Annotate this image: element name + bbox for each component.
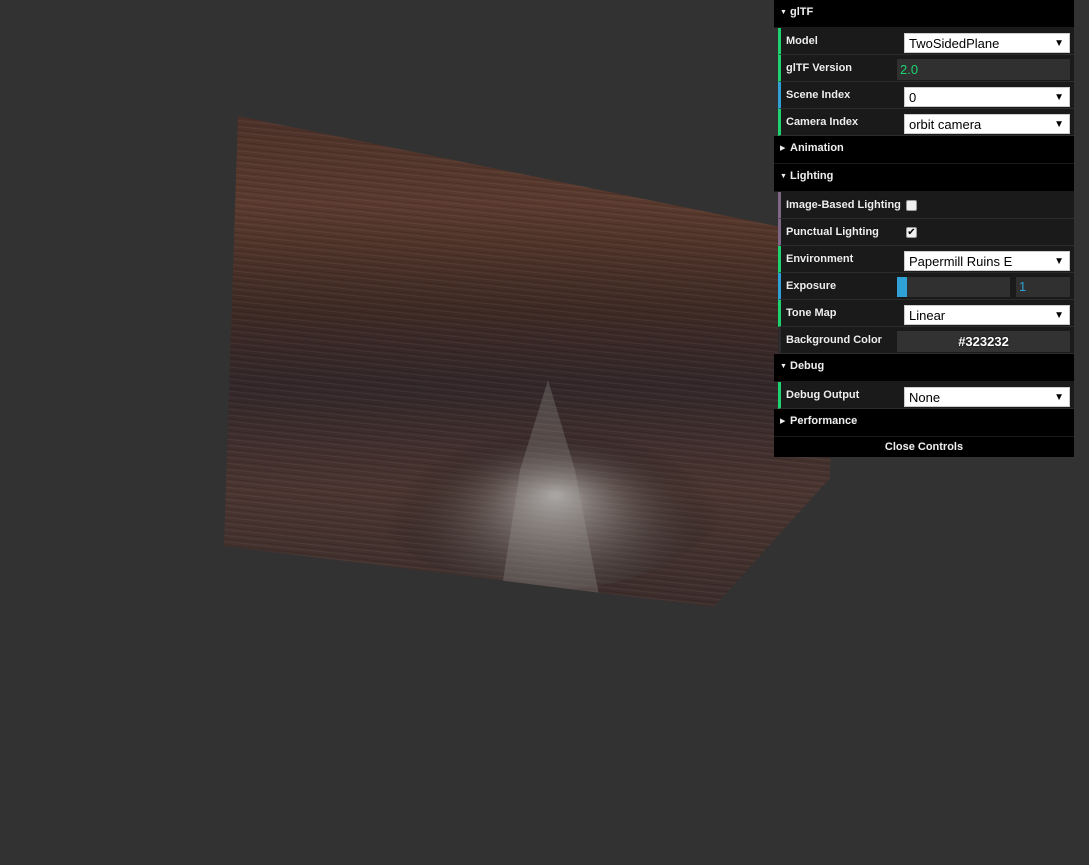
gltf-version-field[interactable]: 2.0 [897,59,1070,80]
dropdown-arrow-icon: ▼ [1054,392,1064,403]
scene-index-select[interactable]: 0 ▼ [904,87,1070,107]
ibl-row: Image-Based Lighting [778,192,1074,219]
folder-debug-title[interactable]: ▼ Debug [774,354,1074,382]
debug-output-label: Debug Output [786,389,860,401]
triangle-right-icon: ▶ [780,145,786,152]
close-controls-button[interactable]: Close Controls [774,437,1074,457]
exposure-row: Exposure 1 [778,273,1074,300]
dropdown-arrow-icon: ▼ [1054,38,1064,49]
punctual-row: Punctual Lighting ✔ [778,219,1074,246]
dropdown-arrow-icon: ▼ [1054,119,1064,130]
environment-row: Environment Papermill Ruins E ▼ [778,246,1074,273]
exposure-input[interactable]: 1 [1016,277,1070,297]
exposure-slider[interactable] [897,277,1010,297]
folder-animation-title[interactable]: ▶ Animation [774,136,1074,164]
dropdown-arrow-icon: ▼ [1054,310,1064,321]
triangle-down-icon: ▼ [780,363,787,370]
environment-select[interactable]: Papermill Ruins E ▼ [904,251,1070,271]
camera-index-row: Camera Index orbit camera ▼ [778,109,1074,136]
dropdown-arrow-icon: ▼ [1054,92,1064,103]
ibl-checkbox[interactable] [906,200,917,211]
model-select[interactable]: TwoSidedPlane ▼ [904,33,1070,53]
tone-map-select[interactable]: Linear ▼ [904,305,1070,325]
camera-index-label: Camera Index [786,116,859,128]
gltf-version-label: glTF Version [786,62,853,74]
exposure-label: Exposure [786,280,837,292]
tone-map-label: Tone Map [786,307,837,319]
ibl-label: Image-Based Lighting [786,199,901,211]
exposure-slider-fill [897,277,908,297]
dropdown-arrow-icon: ▼ [1054,256,1064,267]
folder-gltf-title[interactable]: ▼ glTF [774,0,1074,28]
scene-index-row: Scene Index 0 ▼ [778,82,1074,109]
background-color-label: Background Color [786,334,882,346]
triangle-right-icon: ▶ [780,418,786,425]
folder-lighting-title[interactable]: ▼ Lighting [774,164,1074,192]
triangle-down-icon: ▼ [780,173,787,180]
debug-output-select[interactable]: None ▼ [904,387,1070,407]
environment-label: Environment [786,253,854,265]
camera-index-select[interactable]: orbit camera ▼ [904,114,1070,134]
gltf-version-row: glTF Version 2.0 [778,55,1074,82]
folder-performance-title[interactable]: ▶ Performance [774,409,1074,437]
punctual-checkbox[interactable]: ✔ [906,227,917,238]
tone-map-row: Tone Map Linear ▼ [778,300,1074,327]
background-color-row: Background Color #323232 [778,327,1074,354]
controls-panel: ▼ glTF Model TwoSidedPlane ▼ glTF Versio… [774,0,1074,457]
triangle-down-icon: ▼ [780,9,787,16]
scene-index-label: Scene Index [786,89,851,101]
model-label: Model [786,35,818,47]
model-row: Model TwoSidedPlane ▼ [778,28,1074,55]
background-color-swatch[interactable]: #323232 [897,331,1070,352]
punctual-label: Punctual Lighting [786,226,879,238]
debug-output-row: Debug Output None ▼ [778,382,1074,409]
